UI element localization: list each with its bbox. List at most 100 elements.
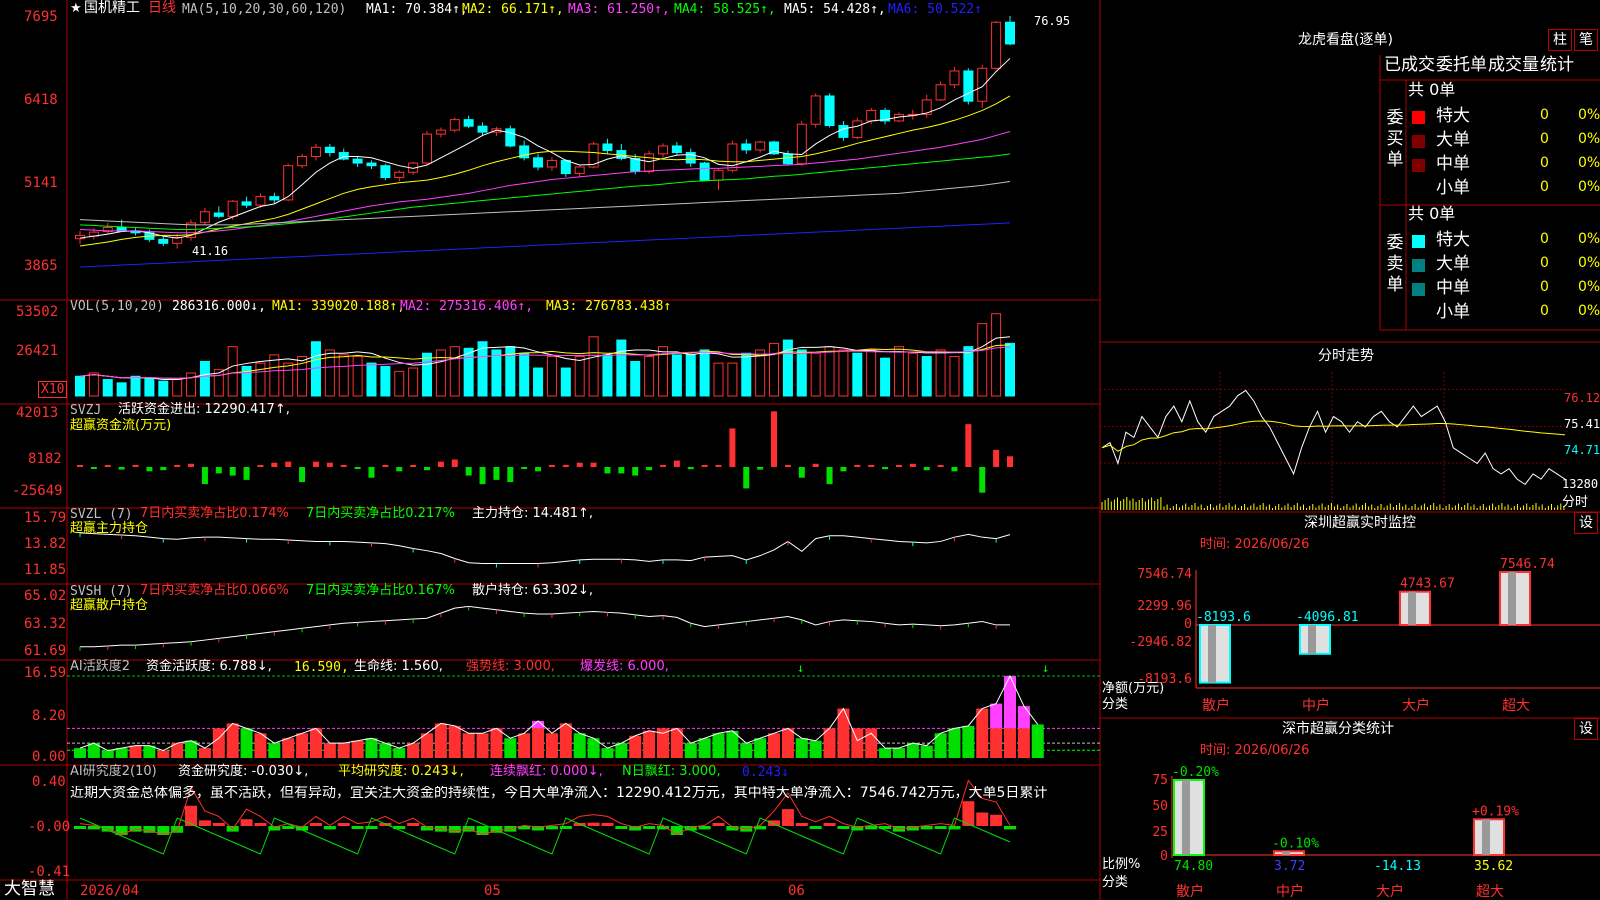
tab-orders[interactable]: 委托单 — [1436, 57, 1487, 74]
sell-row-pct: 0% — [1578, 255, 1600, 271]
ai3-tick-3: -0.41 — [28, 864, 71, 880]
tab-filled[interactable]: 已成交 — [1384, 57, 1435, 74]
capital-flow-bar — [798, 467, 805, 478]
tab-stats[interactable]: 统计 — [1540, 57, 1574, 74]
intraday-title: 分时走势 — [1318, 348, 1374, 364]
activity-bar — [920, 745, 933, 758]
capital-flow-bar — [382, 465, 389, 467]
ai3-red-streak: 连续飘红: 0.000↓, — [490, 764, 603, 779]
capital-flow-bar — [1007, 456, 1013, 467]
research-bar — [712, 823, 725, 826]
monitor-settings-button[interactable]: 设 — [1574, 512, 1598, 534]
svzj-tick-2: 8182 — [28, 451, 62, 467]
research-bar — [601, 823, 614, 826]
volume-bar — [519, 352, 530, 397]
classify-category: 超大 — [1476, 884, 1504, 900]
activity-bar — [781, 728, 794, 758]
candle-body — [824, 95, 835, 127]
monitor-bar-label: 4743.67 — [1400, 577, 1455, 592]
capital-flow-bar — [451, 459, 458, 467]
classify-settings-button[interactable]: 设 — [1574, 718, 1598, 740]
monitor-tick: 0 — [1184, 617, 1192, 632]
activity-bar — [393, 748, 406, 758]
capital-flow-bar — [410, 465, 417, 467]
candle-body — [546, 159, 557, 168]
volume-bar — [130, 375, 141, 397]
capital-flow-bar — [812, 463, 819, 467]
activity-bar — [768, 733, 781, 758]
capital-flow-bar — [687, 467, 694, 470]
research-bar — [865, 826, 878, 830]
classify-bar-shade — [1182, 780, 1190, 855]
capital-flow-bar — [909, 463, 916, 467]
svzl-tick-2: 13.82 — [24, 536, 67, 552]
monitor-category: 散户 — [1202, 697, 1230, 714]
activity-bar — [282, 738, 295, 758]
candle-body — [283, 165, 294, 201]
capital-flow-bar — [299, 467, 306, 482]
capital-flow-bar — [396, 467, 403, 472]
buy-row-label: 中单 — [1436, 154, 1470, 174]
candle-body — [505, 128, 516, 147]
capital-flow-bar — [174, 465, 181, 467]
monitor-bar-shade — [1208, 625, 1216, 683]
activity-bar — [809, 740, 822, 758]
sell-row-count: 0 — [1540, 279, 1549, 295]
classify-category: 大户 — [1376, 883, 1404, 900]
activity-bar — [115, 748, 128, 758]
activity-bar — [240, 728, 253, 758]
intraday-avg-line — [1101, 420, 1566, 452]
activity-bar — [1004, 728, 1016, 758]
tab-volume[interactable]: 成交量 — [1488, 57, 1539, 74]
classify-change-label: +0.19% — [1472, 804, 1519, 819]
volume-bar — [685, 354, 696, 397]
candle-body — [963, 70, 974, 102]
activity-bar — [990, 728, 1003, 758]
monitor-bar-shade — [1308, 625, 1316, 654]
research-bar — [781, 809, 794, 826]
capital-flow-bar — [479, 467, 486, 485]
volume-bar — [838, 349, 849, 397]
activity-bar — [448, 725, 461, 758]
volume-bar — [741, 352, 752, 397]
bar-mode-button[interactable]: 柱 — [1548, 29, 1572, 51]
capital-flow-bar — [923, 467, 930, 471]
candle-body — [75, 234, 85, 240]
ai2-value: 16.590, — [294, 660, 349, 675]
activity-bar — [559, 723, 572, 758]
classify-change-label: -0.20% — [1172, 765, 1219, 780]
monitor-tick: 2299.96 — [1137, 599, 1192, 614]
capital-flow-bar — [895, 465, 902, 467]
capital-flow-bar — [118, 467, 125, 470]
ma-line-3 — [79, 130, 1011, 234]
ma5-value: MA5: 54.428↑, — [784, 2, 886, 17]
candle-body — [852, 120, 863, 138]
stock-name[interactable]: 国机精工 — [84, 1, 140, 15]
period-label[interactable]: 日线 — [148, 1, 176, 15]
monitor-tick: 7546.74 — [1137, 567, 1192, 582]
candle-body — [602, 143, 613, 152]
capital-flow-bar — [854, 465, 861, 467]
candle-body — [935, 84, 946, 101]
research-bar — [323, 826, 336, 830]
capital-flow-bar — [326, 462, 333, 467]
sell-row-legend-swatch — [1412, 259, 1425, 272]
capital-flow-bar — [340, 465, 347, 467]
classify-tick: 0 — [1160, 849, 1168, 864]
ai3-research: 资金研究度: -0.030↓, — [178, 764, 309, 779]
monitor-bar-shade — [1508, 572, 1516, 625]
volume-bar — [366, 362, 377, 397]
price-tick-1: 7695 — [24, 9, 58, 25]
stage: ↓ ↓ 7546.74 2299.96 0 -2946.82 -8193.6 -8193.6 散… — [0, 0, 1600, 900]
activity-bar — [601, 748, 614, 758]
capital-flow-bar — [868, 465, 875, 467]
vol-tick-2: 26421 — [16, 343, 59, 359]
svzj-sub: 超赢资金流(万元) — [70, 418, 172, 433]
volume-bar — [75, 375, 85, 397]
ai3-avg: 平均研究度: 0.243↓, — [338, 764, 464, 779]
tick-mode-button[interactable]: 笔 — [1574, 29, 1598, 51]
volume-bar — [977, 323, 988, 397]
research-bar — [198, 820, 211, 826]
monitor-bar-shade — [1408, 591, 1416, 625]
capital-flow-bar — [882, 467, 889, 470]
